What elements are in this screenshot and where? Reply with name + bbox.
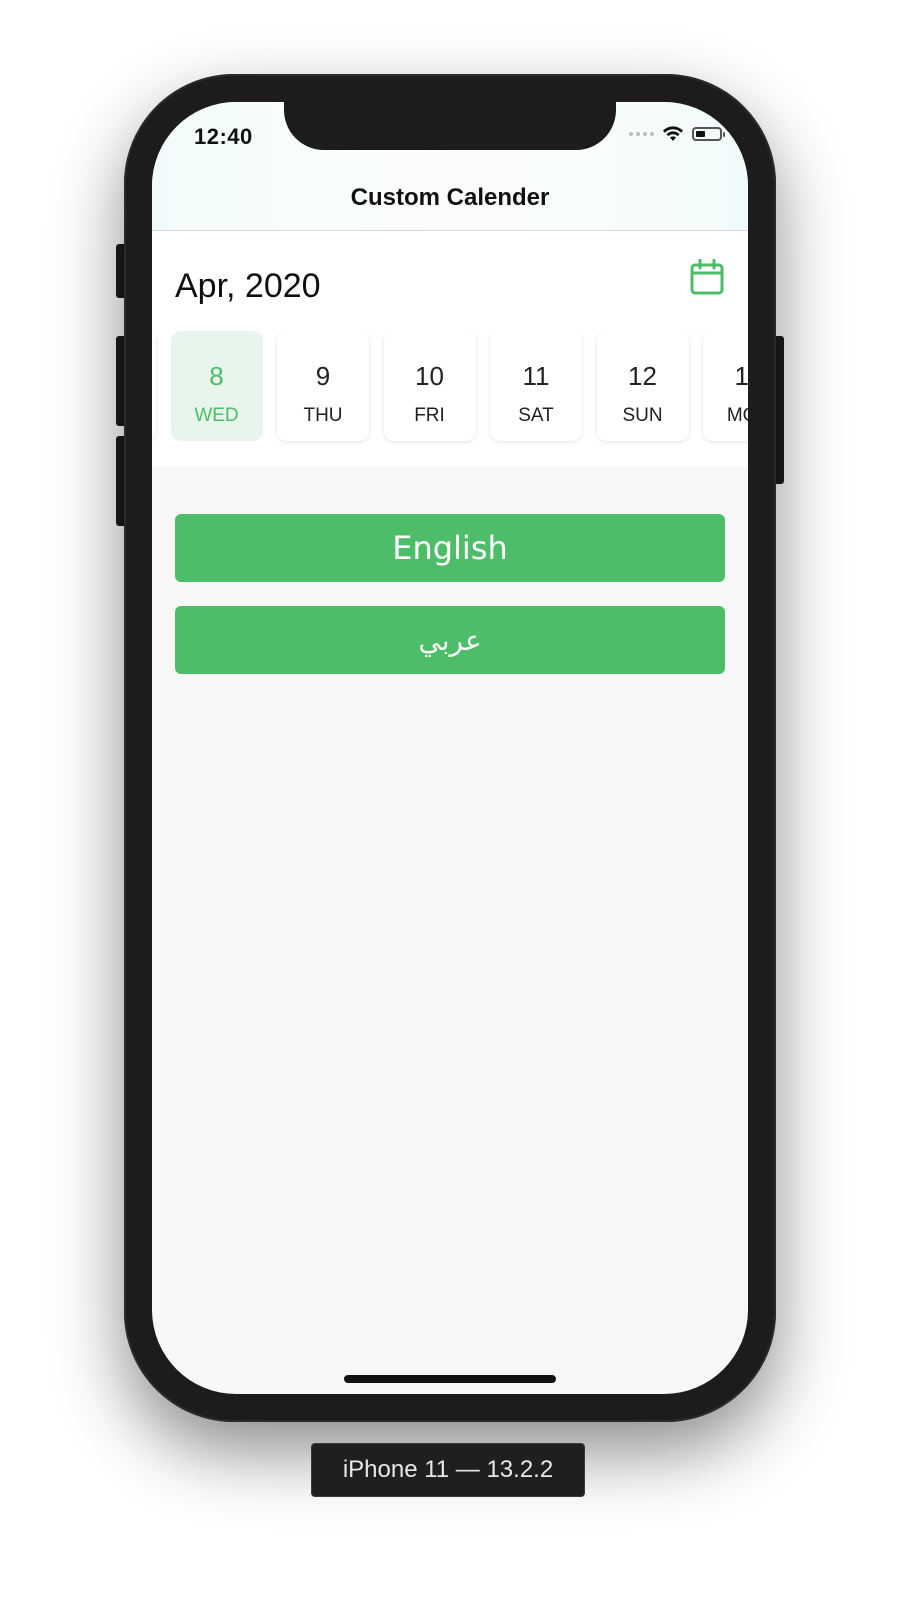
english-button[interactable]: English (175, 514, 725, 582)
day-number: 13 (734, 361, 748, 391)
home-indicator[interactable] (344, 1375, 556, 1383)
day-weekday: FRI (414, 405, 445, 426)
device-label: iPhone 11 — 13.2.2 (311, 1443, 585, 1497)
day-number: 7 (152, 361, 156, 392)
page-title: Custom Calender (350, 184, 550, 211)
arabic-button[interactable]: عربي (175, 606, 725, 674)
cellular-signal-icon (629, 132, 654, 136)
day-card[interactable]: 10 FRI (383, 331, 476, 441)
day-card[interactable]: 13 MON (703, 331, 748, 441)
day-number: 12 (628, 361, 657, 391)
calendar-header: Apr, 2020 7 TUE 8 WED 9 THU 10 FRI 11 SAT 12 SUN 13 M… (152, 231, 748, 467)
day-card[interactable]: 8 WED (170, 331, 263, 441)
day-card[interactable]: 12 SUN (596, 331, 689, 441)
calendar-icon[interactable] (690, 259, 724, 295)
day-strip[interactable]: 7 TUE 8 WED 9 THU 10 FRI 11 SAT 12 SUN 13 MON (152, 331, 748, 447)
phone-screen: 12:40 Custom Calender Apr, 2020 8 WED 9 … (152, 102, 748, 1394)
day-weekday: SAT (518, 405, 554, 426)
day-weekday: THU (303, 405, 343, 426)
day-card[interactable]: 11 SAT (490, 331, 582, 441)
day-number: 8 (209, 361, 224, 391)
status-indicators (629, 126, 725, 142)
day-card[interactable]: 7 TUE (152, 331, 156, 441)
day-number: 9 (315, 361, 331, 391)
battery-icon (692, 127, 725, 141)
phone-notch (284, 96, 616, 150)
wifi-icon (663, 126, 683, 141)
day-weekday: TUE (152, 405, 156, 427)
day-weekday: MON (726, 405, 748, 426)
simulator-stage: 12:40 Custom Calender Apr, 2020 8 WED 9 … (0, 0, 920, 1604)
month-label: Apr, 2020 (175, 267, 321, 305)
status-time: 12:40 (194, 124, 253, 149)
day-number: 11 (522, 361, 550, 391)
day-weekday: WED (194, 405, 239, 426)
day-number: 10 (415, 361, 444, 391)
day-card[interactable]: 9 THU (277, 331, 369, 441)
day-weekday: SUN (622, 405, 663, 426)
